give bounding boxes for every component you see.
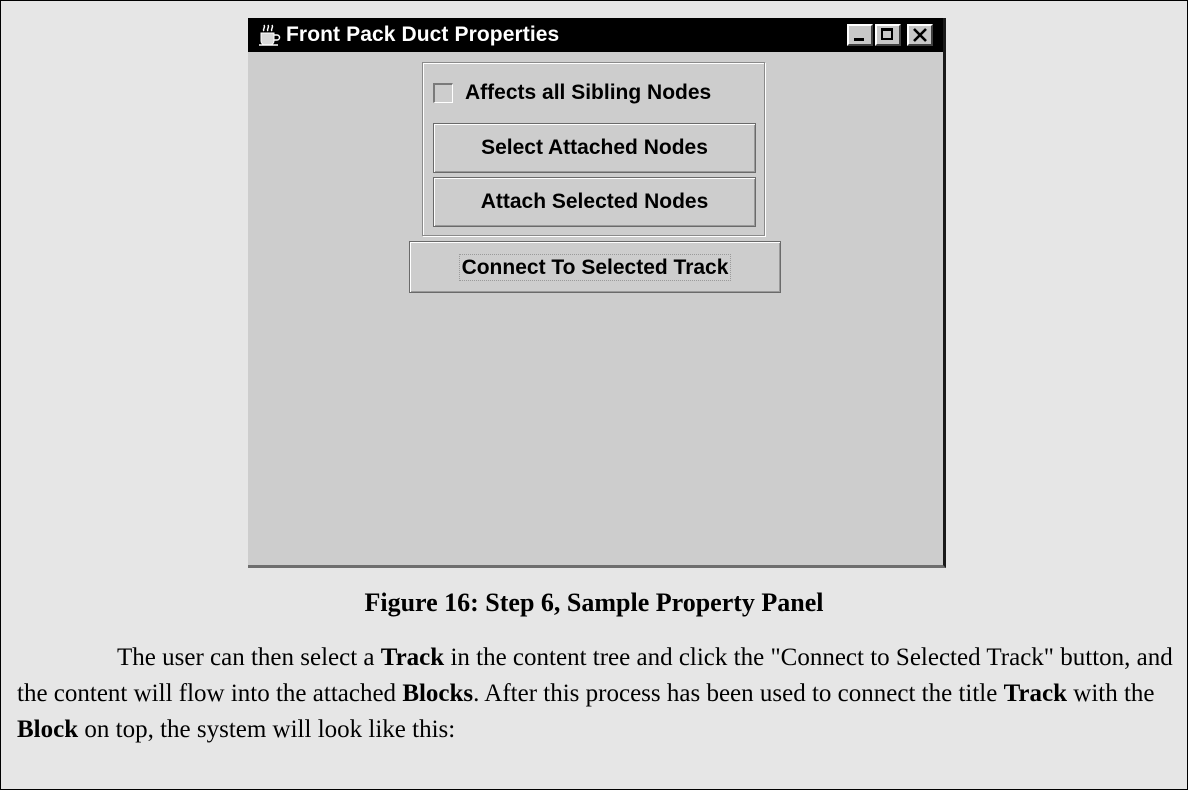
maximize-icon xyxy=(881,28,893,40)
node-options-group: Affects all Sibling Nodes Select Attache… xyxy=(422,62,765,236)
select-attached-nodes-button[interactable]: Select Attached Nodes xyxy=(433,123,756,173)
close-icon xyxy=(912,27,928,43)
connect-track-label: Connect To Selected Track xyxy=(458,253,732,281)
connect-to-selected-track-button[interactable]: Connect To Selected Track xyxy=(409,241,781,293)
java-coffee-cup-icon xyxy=(256,22,282,48)
minimize-icon xyxy=(854,38,864,41)
affects-siblings-checkbox[interactable] xyxy=(433,83,453,103)
term-blocks: Blocks xyxy=(402,680,474,707)
window-controls xyxy=(847,24,933,46)
minimize-button[interactable] xyxy=(847,24,873,46)
paragraph-text: on top, the system will look like this: xyxy=(78,716,456,743)
figure-caption: Figure 16: Step 6, Sample Property Panel xyxy=(364,588,824,617)
attach-selected-nodes-button[interactable]: Attach Selected Nodes xyxy=(433,177,756,227)
paragraph-text: The user can then select a xyxy=(117,644,381,671)
affects-siblings-label: Affects all Sibling Nodes xyxy=(465,81,712,104)
paragraph-text: with the xyxy=(1067,680,1155,707)
title-bar[interactable]: Front Pack Duct Properties xyxy=(248,18,943,52)
affects-siblings-option[interactable]: Affects all Sibling Nodes xyxy=(433,81,711,105)
property-window: Front Pack Duct Properties Affects all S… xyxy=(248,18,946,568)
body-paragraph: The user can then select a Track in the … xyxy=(17,640,1177,748)
term-track: Track xyxy=(1003,680,1068,707)
term-block: Block xyxy=(17,716,79,743)
paragraph-text: . After this process has been used to co… xyxy=(473,680,1004,707)
close-button[interactable] xyxy=(907,24,933,46)
window-title: Front Pack Duct Properties xyxy=(286,23,560,46)
maximize-button[interactable] xyxy=(875,24,901,46)
term-track: Track xyxy=(380,644,445,671)
